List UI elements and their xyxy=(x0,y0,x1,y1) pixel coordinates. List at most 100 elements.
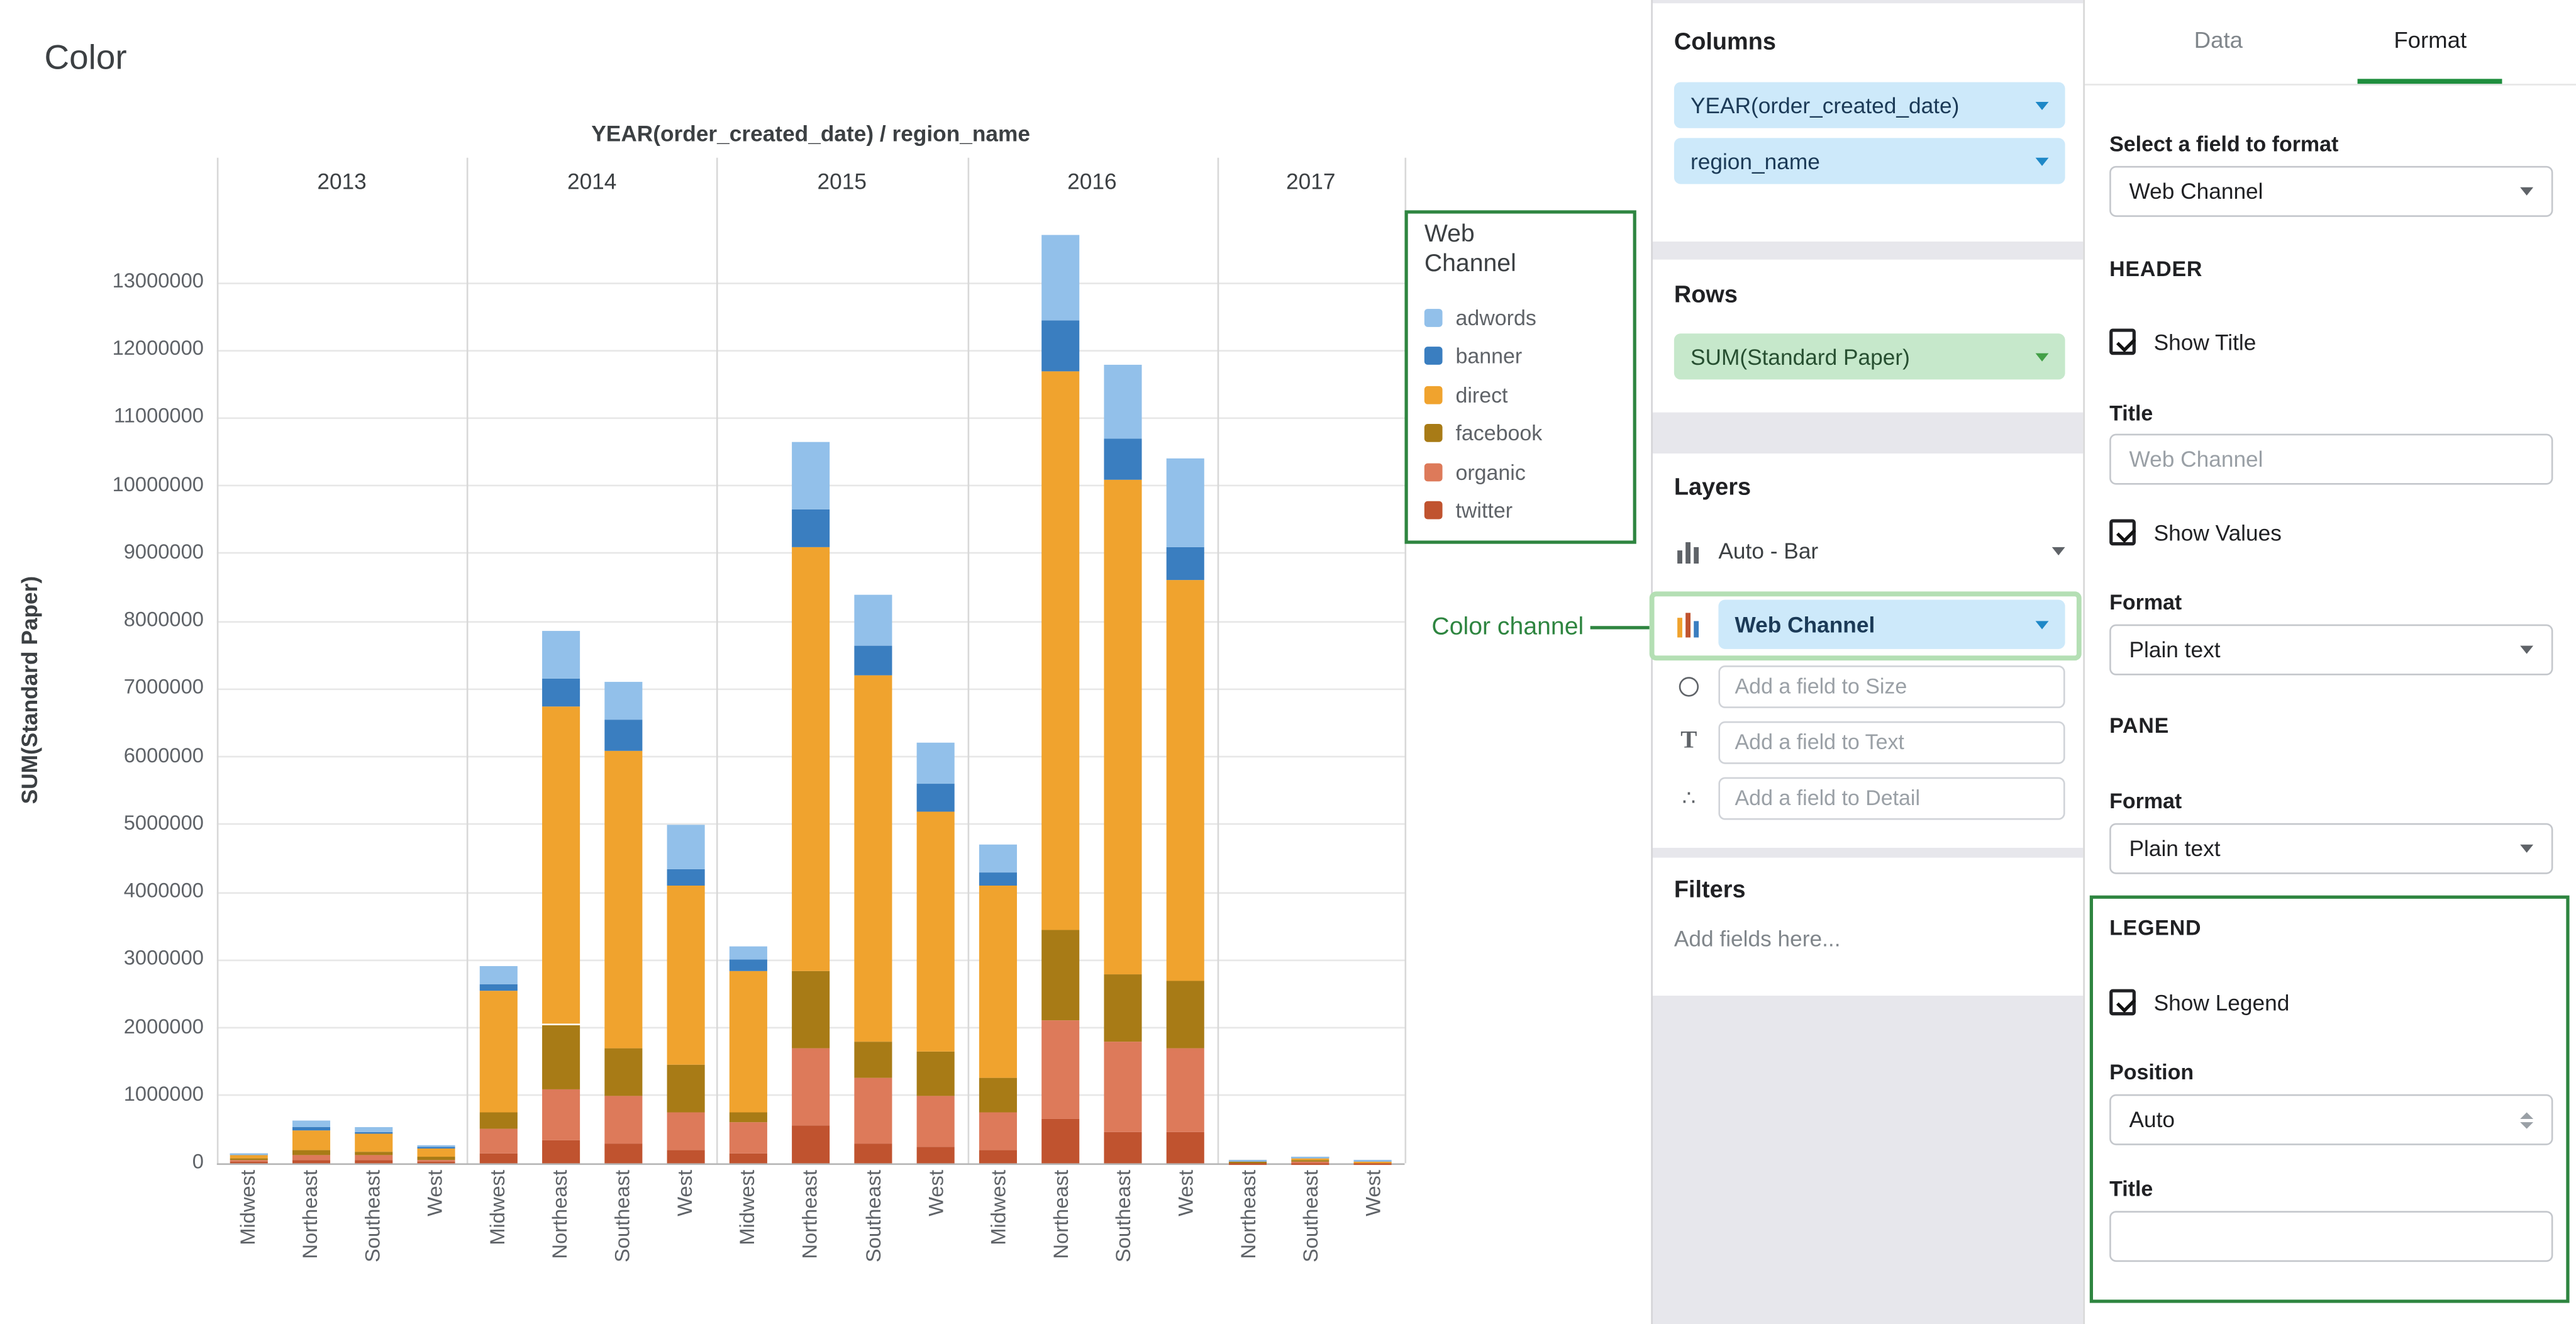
header-format-dropdown[interactable]: Plain text xyxy=(2109,625,2553,676)
bar-segment-banner[interactable] xyxy=(1167,547,1205,581)
bar-segment-facebook[interactable] xyxy=(1167,981,1205,1049)
bar-segment-facebook[interactable] xyxy=(292,1150,330,1154)
legend-item-banner[interactable]: banner xyxy=(1424,337,1617,376)
bar-segment-facebook[interactable] xyxy=(479,1113,517,1130)
bar-segment-direct[interactable] xyxy=(541,706,579,1024)
legend-item-adwords[interactable]: adwords xyxy=(1424,298,1617,337)
chart-type-selector[interactable]: Auto - Bar xyxy=(1674,526,2065,575)
bar-segment-twitter[interactable] xyxy=(292,1160,330,1163)
bar-segment-direct[interactable] xyxy=(229,1155,267,1159)
bar-segment-twitter[interactable] xyxy=(730,1153,767,1163)
chevron-down-icon[interactable] xyxy=(2036,157,2049,165)
size-field-input[interactable] xyxy=(1718,665,2065,708)
bar-segment-facebook[interactable] xyxy=(792,971,830,1049)
bar-segment-direct[interactable] xyxy=(667,886,704,1065)
row-pill-sum[interactable]: SUM(Standard Paper) xyxy=(1674,333,2065,379)
bar-segment-banner[interactable] xyxy=(854,645,892,676)
bar-segment-adwords[interactable] xyxy=(1042,235,1080,320)
bar-segment-organic[interactable] xyxy=(541,1089,579,1140)
bar-segment-adwords[interactable] xyxy=(1104,364,1142,438)
bar-segment-adwords[interactable] xyxy=(1167,459,1205,547)
bar-segment-twitter[interactable] xyxy=(1104,1133,1142,1163)
legend-title-input[interactable] xyxy=(2109,1211,2553,1262)
filters-drop-zone[interactable]: Add fields here... xyxy=(1674,926,1841,951)
bar-segment-organic[interactable] xyxy=(667,1113,704,1150)
bar-segment-direct[interactable] xyxy=(792,547,830,970)
chevron-down-icon[interactable] xyxy=(2052,547,2065,555)
bar-segment-facebook[interactable] xyxy=(1042,930,1080,1021)
bar-segment-twitter[interactable] xyxy=(792,1126,830,1163)
bar-segment-adwords[interactable] xyxy=(541,631,579,679)
show-title-checkbox[interactable] xyxy=(2109,328,2136,355)
bar-segment-twitter[interactable] xyxy=(604,1143,642,1163)
bar-segment-banner[interactable] xyxy=(1104,438,1142,479)
bar-segment-twitter[interactable] xyxy=(541,1140,579,1164)
bar-segment-direct[interactable] xyxy=(1042,370,1080,930)
bar-segment-twitter[interactable] xyxy=(854,1143,892,1163)
chevron-down-icon[interactable] xyxy=(2036,620,2049,628)
bar-segment-adwords[interactable] xyxy=(730,947,767,960)
bar-segment-organic[interactable] xyxy=(1104,1042,1142,1133)
bar-segment-direct[interactable] xyxy=(354,1134,392,1152)
bar-segment-twitter[interactable] xyxy=(479,1153,517,1163)
bar-segment-adwords[interactable] xyxy=(604,682,642,720)
bar-segment-facebook[interactable] xyxy=(354,1152,392,1155)
bar-segment-banner[interactable] xyxy=(667,869,704,886)
tab-data[interactable]: Data xyxy=(2158,0,2279,84)
bar-segment-organic[interactable] xyxy=(354,1156,392,1161)
bar-segment-adwords[interactable] xyxy=(479,967,517,984)
bar-segment-facebook[interactable] xyxy=(1104,974,1142,1042)
bar-segment-facebook[interactable] xyxy=(229,1159,267,1160)
bar-segment-banner[interactable] xyxy=(1042,320,1080,371)
bar-segment-adwords[interactable] xyxy=(229,1153,267,1154)
bar-segment-direct[interactable] xyxy=(917,811,955,1051)
bar-segment-organic[interactable] xyxy=(604,1096,642,1143)
color-field-pill[interactable]: Web Channel xyxy=(1718,599,2065,648)
bar-segment-banner[interactable] xyxy=(917,784,955,811)
bar-segment-twitter[interactable] xyxy=(417,1162,455,1163)
bar-segment-organic[interactable] xyxy=(479,1130,517,1154)
bar-segment-twitter[interactable] xyxy=(979,1150,1017,1164)
show-values-checkbox[interactable] xyxy=(2109,519,2136,545)
bar-segment-organic[interactable] xyxy=(1167,1048,1205,1133)
bar-segment-twitter[interactable] xyxy=(1167,1133,1205,1163)
chevron-down-icon[interactable] xyxy=(2036,352,2049,360)
bar-segment-twitter[interactable] xyxy=(354,1160,392,1163)
bar-segment-direct[interactable] xyxy=(854,676,892,1042)
bar-segment-banner[interactable] xyxy=(417,1147,455,1149)
legend-item-direct[interactable]: direct xyxy=(1424,376,1617,414)
legend-item-facebook[interactable]: facebook xyxy=(1424,414,1617,453)
bar-segment-direct[interactable] xyxy=(417,1149,455,1157)
bar-segment-direct[interactable] xyxy=(1230,1160,1267,1162)
bar-segment-banner[interactable] xyxy=(604,720,642,750)
bar-segment-banner[interactable] xyxy=(792,509,830,547)
bar-segment-twitter[interactable] xyxy=(667,1150,704,1164)
field-selector-dropdown[interactable]: Web Channel xyxy=(2109,166,2553,217)
bar-segment-organic[interactable] xyxy=(229,1160,267,1162)
text-field-input[interactable] xyxy=(1718,720,2065,763)
chevron-down-icon[interactable] xyxy=(2036,101,2049,109)
bar-segment-adwords[interactable] xyxy=(1355,1160,1392,1161)
bar-segment-adwords[interactable] xyxy=(292,1120,330,1127)
bar-segment-direct[interactable] xyxy=(1292,1158,1330,1160)
bar-segment-banner[interactable] xyxy=(541,679,579,706)
bar-segment-banner[interactable] xyxy=(292,1127,330,1130)
bar-segment-direct[interactable] xyxy=(1167,581,1205,980)
bar-segment-banner[interactable] xyxy=(979,872,1017,886)
bar-segment-facebook[interactable] xyxy=(854,1042,892,1079)
bar-segment-organic[interactable] xyxy=(292,1155,330,1160)
bar-segment-adwords[interactable] xyxy=(354,1127,392,1132)
bar-segment-organic[interactable] xyxy=(417,1159,455,1162)
bar-segment-adwords[interactable] xyxy=(917,743,955,784)
bar-segment-twitter[interactable] xyxy=(917,1147,955,1164)
legend-item-organic[interactable]: organic xyxy=(1424,453,1617,491)
bar-segment-facebook[interactable] xyxy=(417,1157,455,1159)
bar-segment-adwords[interactable] xyxy=(854,594,892,645)
legend-item-twitter[interactable]: twitter xyxy=(1424,491,1617,530)
bar-segment-banner[interactable] xyxy=(730,960,767,970)
bar-segment-organic[interactable] xyxy=(730,1123,767,1153)
bar-segment-adwords[interactable] xyxy=(667,825,704,869)
bar-segment-facebook[interactable] xyxy=(604,1048,642,1095)
column-pill-region[interactable]: region_name xyxy=(1674,138,2065,184)
bar-segment-organic[interactable] xyxy=(979,1113,1017,1150)
